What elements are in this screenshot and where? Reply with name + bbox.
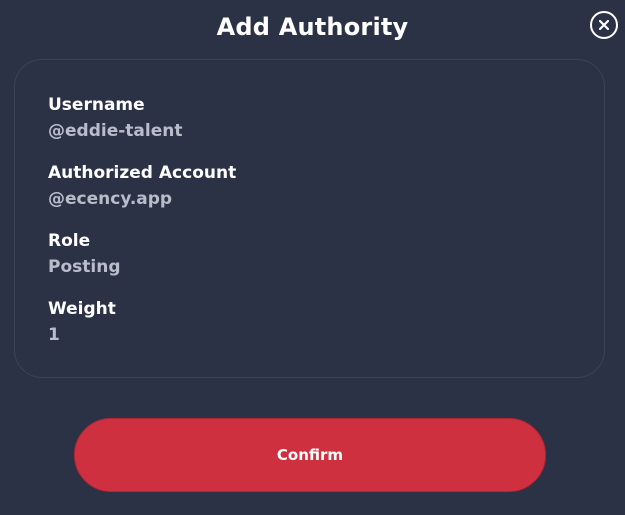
dialog-title: Add Authority [216, 13, 409, 41]
authority-details-card: Username @eddie-talent Authorized Accoun… [14, 59, 605, 378]
username-field: Username @eddie-talent [48, 94, 182, 142]
confirm-button[interactable]: Confirm [74, 418, 546, 492]
close-icon [599, 20, 609, 30]
authorized-account-value: @ecency.app [48, 189, 173, 209]
authorized-account-field: Authorized Account @ecency.app [48, 162, 236, 210]
username-label: Username [48, 95, 145, 115]
role-label: Role [48, 231, 91, 251]
close-button[interactable] [590, 11, 618, 39]
role-field: Role Posting [48, 230, 120, 278]
weight-label: Weight [48, 299, 116, 319]
username-value: @eddie-talent [48, 121, 183, 141]
authorized-account-label: Authorized Account [48, 163, 237, 183]
role-value: Posting [48, 257, 121, 277]
weight-field: Weight 1 [48, 298, 116, 346]
weight-value: 1 [48, 325, 60, 345]
add-authority-dialog: Add Authority Username @eddie-talent Aut… [0, 0, 625, 515]
